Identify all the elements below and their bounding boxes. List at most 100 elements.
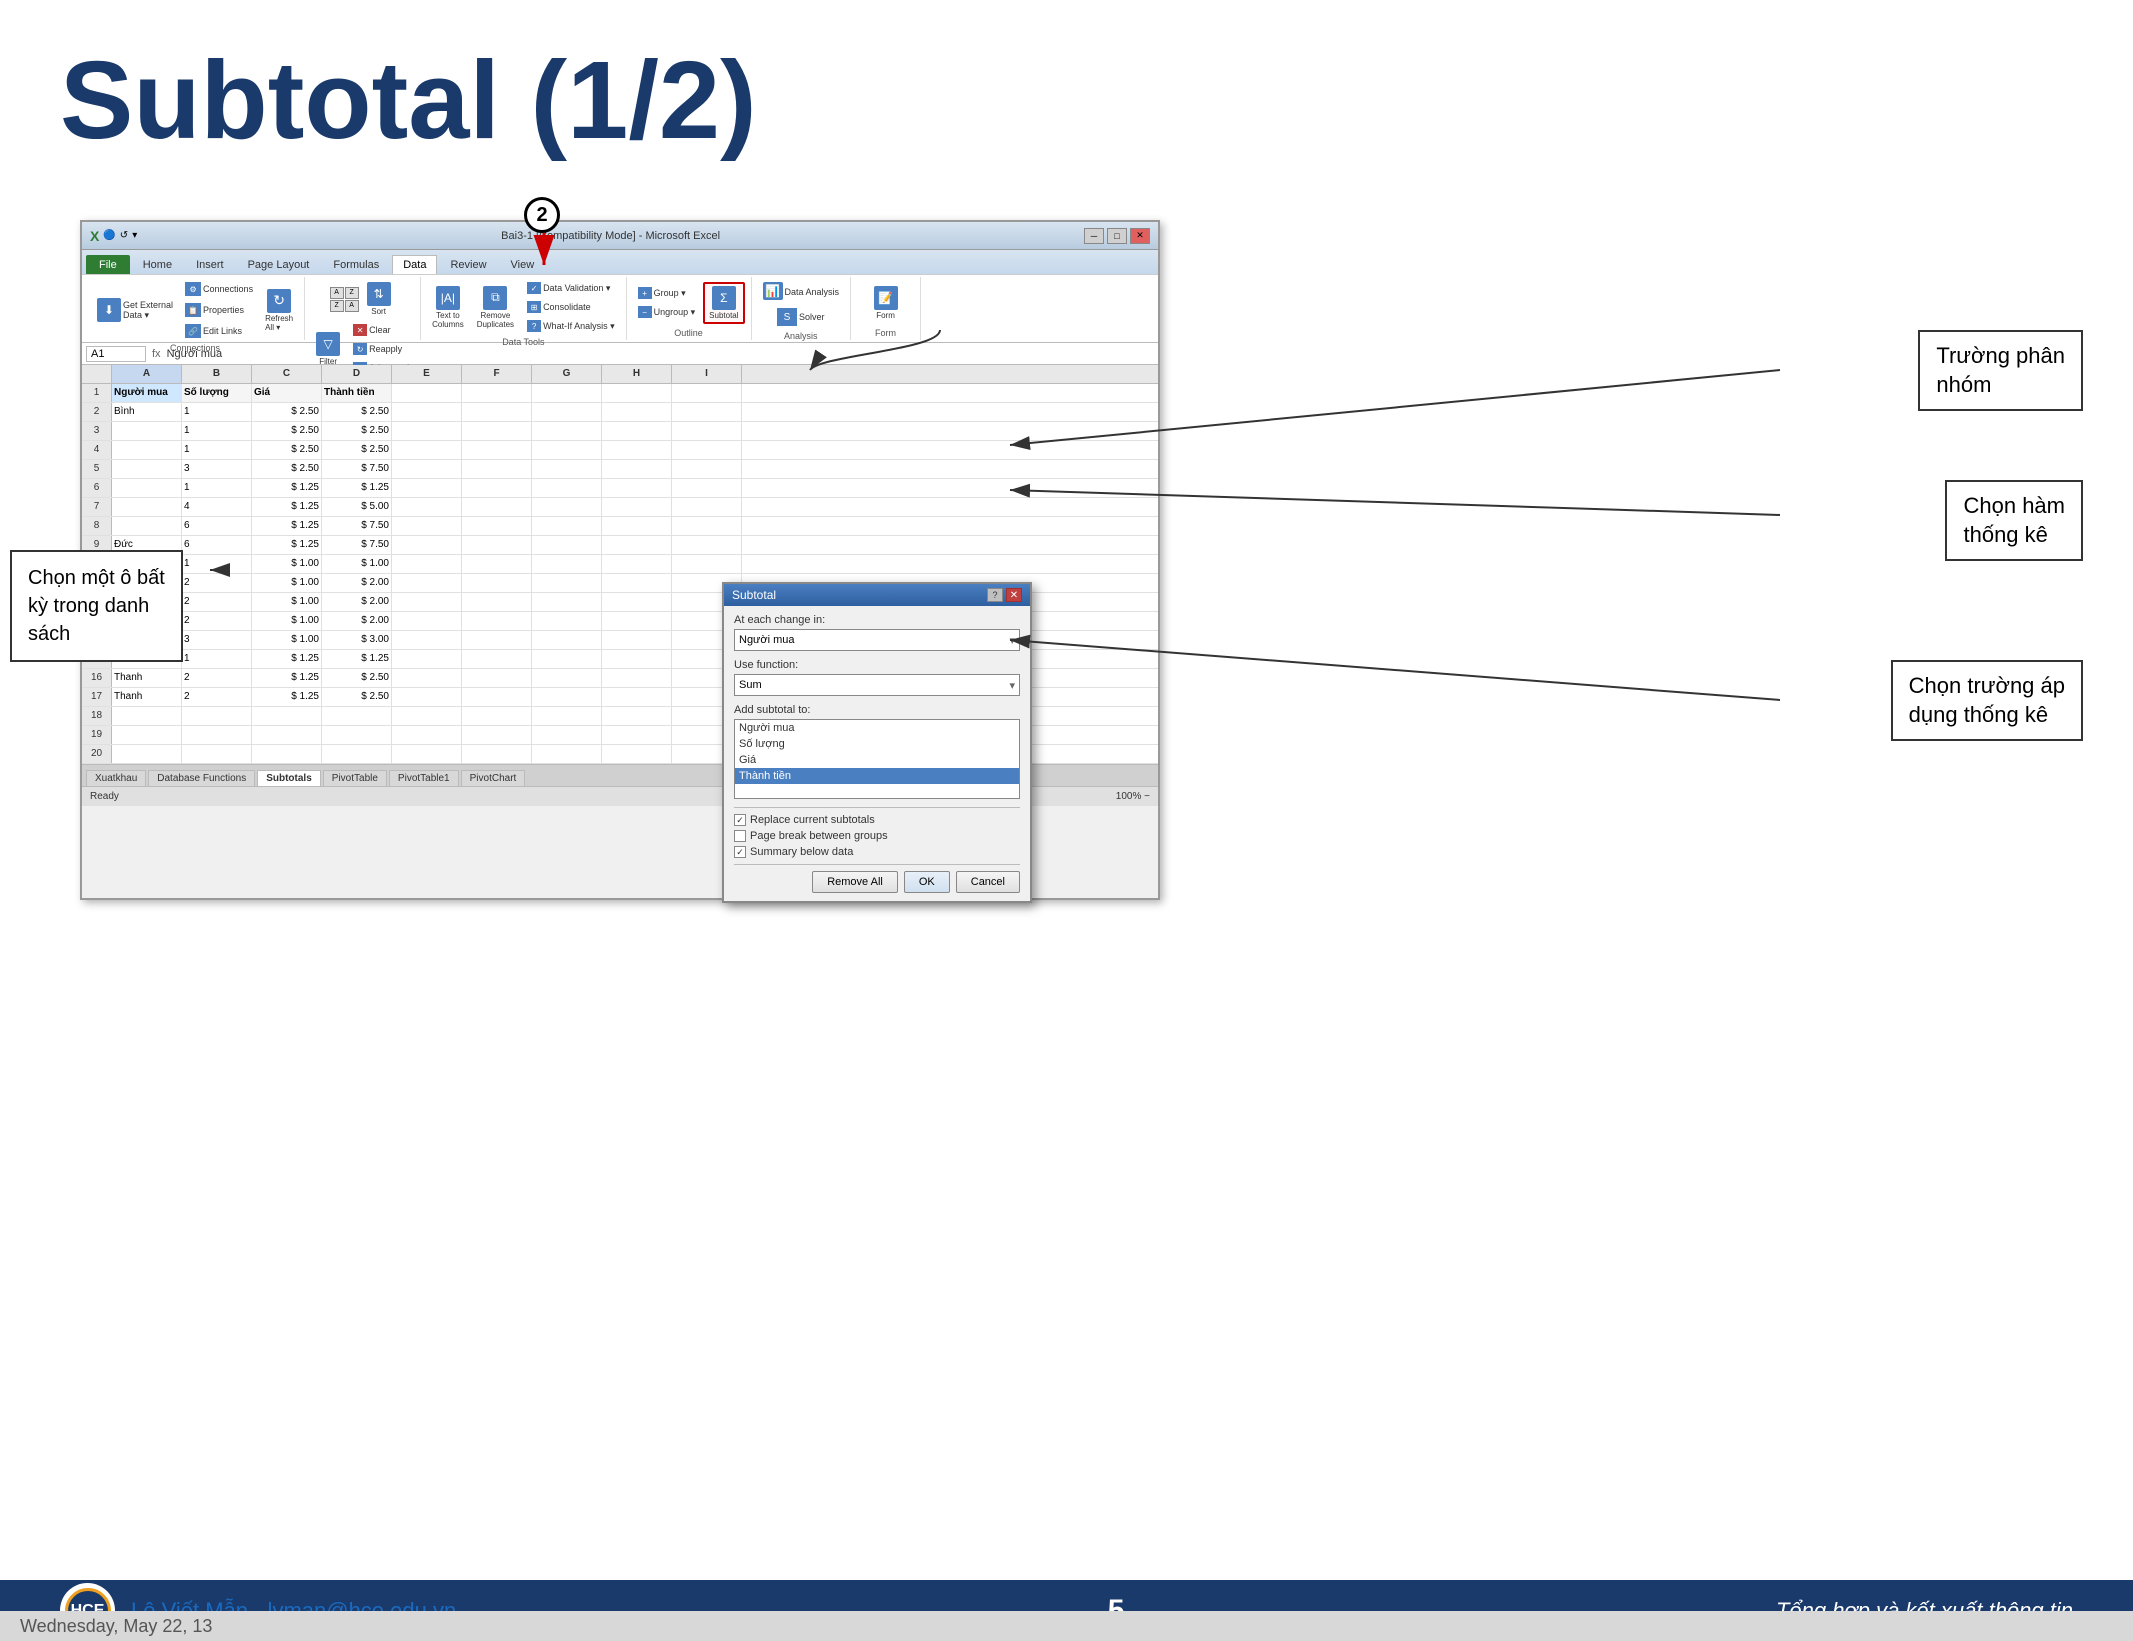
page-break-checkbox[interactable]	[734, 830, 746, 842]
data-validation-btn[interactable]: ✓Data Validation ▾	[522, 279, 620, 297]
text-to-columns-btn[interactable]: |A| Text toColumns	[427, 283, 469, 332]
cell-d1[interactable]: Thành tiền	[322, 384, 392, 402]
sheet-tab-pivottable[interactable]: PivotTable	[323, 770, 387, 786]
sort-btn[interactable]: ⇅ Sort	[362, 279, 396, 319]
col-H[interactable]: H	[602, 365, 672, 383]
formula-bar: A1 fx Người mua	[82, 343, 1158, 365]
use-function-label: Use function:	[734, 659, 1020, 671]
col-F[interactable]: F	[462, 365, 532, 383]
data-tools-label: Data Tools	[502, 337, 544, 347]
sheet-tab-database[interactable]: Database Functions	[148, 770, 255, 786]
cancel-btn[interactable]: Cancel	[956, 871, 1020, 893]
tab-file[interactable]: File	[86, 255, 130, 274]
ok-btn[interactable]: OK	[904, 871, 950, 893]
text-to-columns-icon: |A|	[436, 286, 460, 310]
maximize-btn[interactable]: □	[1107, 228, 1127, 244]
get-external-data-icon: ⬇	[97, 298, 121, 322]
solver-btn[interactable]: S Solver	[772, 305, 830, 329]
replace-subtotals-checkbox[interactable]	[734, 814, 746, 826]
minimize-btn[interactable]: ─	[1084, 228, 1104, 244]
chon-truong-text: Chọn trường ápdụng thống kê	[1909, 673, 2065, 727]
col-G[interactable]: G	[532, 365, 602, 383]
ungroup-btn[interactable]: −Ungroup ▾	[633, 303, 701, 321]
cell-f1[interactable]	[462, 384, 532, 402]
cell-b1[interactable]: Số lượng	[182, 384, 252, 402]
list-item-nguoi-mua[interactable]: Người mua	[735, 720, 1019, 736]
subtotal-btn[interactable]: Σ Subtotal	[703, 282, 744, 324]
outline-buttons: +Group ▾ −Ungroup ▾ Σ Subtotal	[633, 279, 745, 326]
cell-reference[interactable]: A1	[86, 346, 146, 362]
form-btn[interactable]: 📝 Form	[869, 283, 903, 323]
at-each-change-label: At each change in:	[734, 614, 1020, 626]
cell-h1[interactable]	[602, 384, 672, 402]
ribbon-tabs: File Home Insert Page Layout Formulas Da…	[82, 250, 1158, 274]
remove-all-btn[interactable]: Remove All	[812, 871, 898, 893]
properties-btn[interactable]: 📋Properties	[180, 300, 258, 320]
dialog-buttons: Remove All OK Cancel	[734, 871, 1020, 893]
remove-duplicates-icon: ⧉	[483, 286, 507, 310]
connections-buttons: ⬇ Get ExternalData ▾ ⚙Connections 📋Prope…	[92, 279, 298, 341]
sheet-tab-pivottable1[interactable]: PivotTable1	[389, 770, 459, 786]
sheet-tab-subtotals[interactable]: Subtotals	[257, 770, 321, 786]
ribbon-group-outline: +Group ▾ −Ungroup ▾ Σ Subtotal Outline	[627, 277, 752, 340]
tab-view[interactable]: View	[500, 255, 546, 274]
close-btn[interactable]: ✕	[1130, 228, 1150, 244]
ribbon-content: ⬇ Get ExternalData ▾ ⚙Connections 📋Prope…	[82, 274, 1158, 342]
edit-links-btn[interactable]: 🔗Edit Links	[180, 321, 258, 341]
cell-g1[interactable]	[532, 384, 602, 402]
col-C[interactable]: C	[252, 365, 322, 383]
ribbon-group-connections: ⬇ Get ExternalData ▾ ⚙Connections 📋Prope…	[86, 277, 305, 340]
data-analysis-icon: 📊	[763, 282, 783, 300]
tab-data[interactable]: Data	[392, 255, 437, 274]
col-A[interactable]: A	[112, 365, 182, 383]
tab-review[interactable]: Review	[439, 255, 497, 274]
what-if-btn[interactable]: ?What-If Analysis ▾	[522, 317, 620, 335]
col-E[interactable]: E	[392, 365, 462, 383]
formula-input[interactable]: Người mua	[167, 348, 1154, 360]
table-row: 7 4 $ 1.25 $ 5.00	[82, 498, 1158, 517]
summary-below-checkbox[interactable]	[734, 846, 746, 858]
refresh-all-btn[interactable]: ↻ RefreshAll ▾	[260, 286, 298, 335]
subtotal-dialog: Subtotal ? ✕ At each change in: Người mu…	[722, 582, 1032, 903]
col-D[interactable]: D	[322, 365, 392, 383]
table-row: 6 1 $ 1.25 $ 1.25	[82, 479, 1158, 498]
dialog-close-btn[interactable]: ✕	[1006, 588, 1022, 602]
cell-a1[interactable]: Người mua	[112, 384, 182, 402]
zoom-level: 100% −	[1116, 791, 1150, 802]
sheet-tab-pivotchart[interactable]: PivotChart	[461, 770, 526, 786]
add-subtotal-listbox[interactable]: Người mua Số lượng Giá Thành tiền	[734, 719, 1020, 799]
dialog-help-btn[interactable]: ?	[987, 588, 1003, 602]
dialog-divider	[734, 807, 1020, 808]
cell-i1[interactable]	[672, 384, 742, 402]
refresh-all-icon: ↻	[267, 289, 291, 313]
tab-page-layout[interactable]: Page Layout	[237, 255, 321, 274]
table-row: 2 Bình 1 $ 2.50 $ 2.50	[82, 403, 1158, 422]
col-B[interactable]: B	[182, 365, 252, 383]
tab-formulas[interactable]: Formulas	[322, 255, 390, 274]
at-each-change-select[interactable]: Người mua ▾	[734, 629, 1020, 651]
connections-btn[interactable]: ⚙Connections	[180, 279, 258, 299]
ribbon-group-sort-filter: A Z Z A ⇅ Sort	[305, 277, 421, 340]
tab-insert[interactable]: Insert	[185, 255, 235, 274]
list-item-gia[interactable]: Giá	[735, 752, 1019, 768]
col-I[interactable]: I	[672, 365, 742, 383]
cell-e1[interactable]	[392, 384, 462, 402]
data-analysis-btn[interactable]: 📊 Data Analysis	[758, 279, 845, 304]
use-function-select[interactable]: Sum ▾	[734, 674, 1020, 696]
slide-title: Subtotal (1/2)	[60, 40, 2073, 161]
remove-duplicates-btn[interactable]: ⧉ RemoveDuplicates	[472, 283, 519, 332]
clear-btn[interactable]: ✕Clear	[348, 321, 414, 339]
slide: Subtotal (1/2) X 🔵 ↺ ▾ Bai3-1 [Compatibi…	[0, 0, 2133, 1580]
sheet-tab-xuatkhau[interactable]: Xuatkhau	[86, 770, 146, 786]
list-item-so-luong[interactable]: Số lượng	[735, 736, 1019, 752]
consolidate-btn[interactable]: ⊞Consolidate	[522, 298, 620, 316]
date-bar: Wednesday, May 22, 13	[0, 1611, 2133, 1641]
cell-c1[interactable]: Giá	[252, 384, 322, 402]
list-item-thanh-tien[interactable]: Thành tiền	[735, 768, 1019, 784]
add-subtotal-label: Add subtotal to:	[734, 704, 1020, 716]
get-external-data-btn[interactable]: ⬇ Get ExternalData ▾	[92, 295, 178, 326]
excel-titlebar: X 🔵 ↺ ▾ Bai3-1 [Compatibility Mode] - Mi…	[82, 222, 1158, 250]
outline-label: Outline	[674, 328, 703, 338]
group-btn[interactable]: +Group ▾	[633, 284, 701, 302]
tab-home[interactable]: Home	[132, 255, 183, 274]
